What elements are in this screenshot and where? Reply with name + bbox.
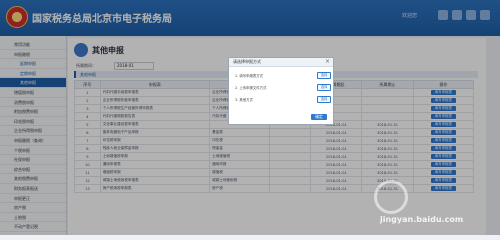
ok-button[interactable]: 确定 [311, 114, 327, 120]
watermark-text: jingyan.baidu.com [380, 215, 464, 224]
declaration-method-dialog: 请选择申报方式 × 1. 填写申报表方式 选择 2. 上传申报文件方式 选择 3… [228, 57, 334, 125]
option-2-select-button[interactable]: 选择 [317, 84, 331, 91]
dialog-title: 请选择申报方式 [233, 59, 261, 64]
dialog-option-1: 1. 填写申报表方式 [235, 74, 264, 78]
close-icon[interactable]: × [325, 58, 330, 65]
dialog-option-3: 3. 其他方式 [235, 98, 253, 102]
dialog-header: 请选择申报方式 × [229, 58, 333, 67]
dialog-option-2: 2. 上传申报文件方式 [235, 86, 267, 90]
option-3-select-button[interactable]: 选择 [317, 96, 331, 103]
watermark-logo [374, 180, 408, 214]
option-1-select-button[interactable]: 选择 [317, 72, 331, 79]
